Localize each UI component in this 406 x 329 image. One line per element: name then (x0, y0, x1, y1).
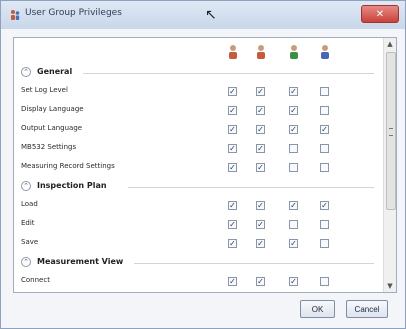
privilege-checkbox[interactable]: ✓ (228, 87, 237, 96)
user-group-1-icon (229, 45, 237, 59)
privilege-label: Output Language (21, 124, 83, 132)
privilege-checkbox[interactable] (289, 163, 298, 172)
privilege-checkbox[interactable]: ✓ (289, 239, 298, 248)
section-header[interactable]: ⌃ Inspection Plan (14, 178, 384, 196)
privilege-label: Save (21, 238, 39, 246)
privileges-list[interactable]: ⌃ General Set Log Level ✓ ✓ ✓ Display Language… (14, 38, 384, 292)
privilege-row: Load ✓ ✓ ✓ ✓ (14, 197, 384, 215)
privilege-checkbox[interactable] (320, 163, 329, 172)
privilege-label: Connect (21, 276, 50, 284)
user-group-4-icon (321, 45, 329, 59)
close-button[interactable]: ✕ (361, 5, 399, 23)
user-group-3-icon (290, 45, 298, 59)
privilege-checkbox[interactable]: ✓ (228, 239, 237, 248)
privilege-checkbox[interactable] (320, 239, 329, 248)
scrollbar-thumb[interactable] (386, 52, 396, 210)
privilege-checkbox[interactable] (320, 106, 329, 115)
collapse-section-icon[interactable]: ⌃ (21, 181, 31, 191)
privilege-checkbox[interactable]: ✓ (256, 106, 265, 115)
privilege-checkbox[interactable]: ✓ (228, 106, 237, 115)
privilege-checkbox[interactable]: ✓ (256, 163, 265, 172)
privilege-checkbox[interactable]: ✓ (228, 144, 237, 153)
close-icon: ✕ (375, 8, 385, 20)
privilege-row: Output Language ✓ ✓ ✓ ✓ (14, 121, 384, 139)
collapse-section-icon[interactable]: ⌃ (21, 67, 31, 77)
privilege-row: Measuring Record Settings ✓ ✓ (14, 159, 384, 177)
privilege-checkbox[interactable]: ✓ (289, 201, 298, 210)
privilege-row: Save ✓ ✓ ✓ (14, 235, 384, 253)
section-header[interactable]: ⌃ Measurement View (14, 254, 384, 272)
section-divider (83, 73, 374, 74)
scrollbar-grip-icon (389, 128, 393, 136)
privilege-checkbox[interactable]: ✓ (289, 125, 298, 134)
privilege-checkbox[interactable]: ✓ (320, 201, 329, 210)
privilege-checkbox[interactable] (289, 144, 298, 153)
window-title: User Group Privileges (25, 8, 122, 18)
privilege-row: MB532 Settings ✓ ✓ (14, 140, 384, 158)
privilege-label: Set Log Level (21, 86, 68, 94)
privilege-checkbox[interactable] (320, 144, 329, 153)
privilege-checkbox[interactable]: ✓ (228, 277, 237, 286)
section-divider (133, 263, 374, 264)
section-divider (128, 187, 374, 188)
privilege-checkbox[interactable]: ✓ (289, 277, 298, 286)
privilege-checkbox[interactable]: ✓ (320, 125, 329, 134)
privilege-label: Edit (21, 219, 35, 227)
section-label: Inspection Plan (37, 181, 107, 190)
user-group-2-icon (257, 45, 265, 59)
section-label: Measurement View (37, 257, 124, 266)
mouse-cursor-icon: ↖ (205, 7, 217, 23)
privilege-checkbox[interactable] (320, 87, 329, 96)
privilege-checkbox[interactable]: ✓ (228, 125, 237, 134)
privilege-label: Display Language (21, 105, 84, 113)
privilege-checkbox[interactable]: ✓ (256, 144, 265, 153)
privilege-checkbox[interactable]: ✓ (256, 277, 265, 286)
users-icon (11, 10, 20, 20)
scroll-down-arrow-icon[interactable]: ▼ (384, 280, 396, 292)
privileges-list-frame: ⌃ General Set Log Level ✓ ✓ ✓ Display Language… (13, 37, 397, 293)
scroll-up-arrow-icon[interactable]: ▲ (384, 38, 396, 50)
cancel-button[interactable]: Cancel (346, 300, 388, 318)
privilege-checkbox[interactable]: ✓ (228, 220, 237, 229)
privilege-row: Display Language ✓ ✓ ✓ (14, 102, 384, 120)
privilege-checkbox[interactable]: ✓ (256, 201, 265, 210)
user-group-privileges-window: User Group Privileges ↖ ✕ ⌃ General Set Lo… (0, 0, 406, 329)
privilege-checkbox[interactable] (289, 220, 298, 229)
privilege-checkbox[interactable] (320, 220, 329, 229)
ok-button[interactable]: OK (300, 300, 335, 318)
privilege-row: Connect ✓ ✓ ✓ (14, 273, 384, 291)
privilege-checkbox[interactable]: ✓ (228, 201, 237, 210)
privilege-checkbox[interactable]: ✓ (289, 106, 298, 115)
column-header-row (14, 38, 384, 66)
section-header[interactable]: ⌃ General (14, 64, 384, 82)
privilege-checkbox[interactable]: ✓ (256, 125, 265, 134)
privilege-checkbox[interactable]: ✓ (289, 87, 298, 96)
title-bar[interactable]: User Group Privileges ↖ ✕ (1, 1, 405, 29)
privilege-checkbox[interactable]: ✓ (228, 163, 237, 172)
vertical-scrollbar[interactable]: ▲ ▼ (383, 38, 396, 292)
privilege-label: Measuring Record Settings (21, 162, 115, 170)
privilege-label: MB532 Settings (21, 143, 77, 151)
privilege-checkbox[interactable]: ✓ (256, 87, 265, 96)
privilege-label: Load (21, 200, 38, 208)
privilege-row: Set Log Level ✓ ✓ ✓ (14, 83, 384, 101)
privilege-checkbox[interactable] (320, 277, 329, 286)
privilege-row: Edit ✓ ✓ (14, 216, 384, 234)
section-label: General (37, 67, 73, 76)
privilege-checkbox[interactable]: ✓ (256, 220, 265, 229)
privilege-checkbox[interactable]: ✓ (256, 239, 265, 248)
collapse-section-icon[interactable]: ⌃ (21, 257, 31, 267)
